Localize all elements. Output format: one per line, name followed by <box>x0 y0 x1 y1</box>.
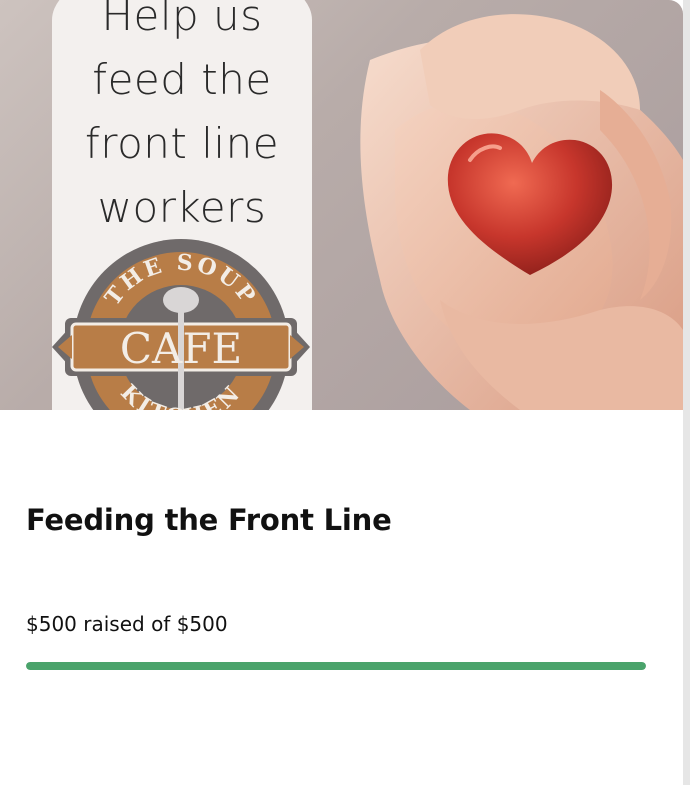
campaign-card[interactable]: Help us feed the front line workers THE … <box>0 0 683 785</box>
scroll-edge <box>683 0 690 785</box>
amount-raised-text: $500 raised of $500 <box>26 612 228 636</box>
campaign-hero-image[interactable]: Help us feed the front line workers THE … <box>0 0 683 410</box>
fundraising-progress-bar <box>26 662 646 670</box>
fundraising-progress-fill <box>26 662 646 670</box>
logo-center-text: CAFE <box>120 324 242 373</box>
soup-cafe-logo: THE SOUP CAFE KITCHEN <box>52 239 310 410</box>
campaign-title[interactable]: Feeding the Front Line <box>26 503 392 537</box>
hero-illustration: THE SOUP CAFE KITCHEN <box>52 14 683 410</box>
